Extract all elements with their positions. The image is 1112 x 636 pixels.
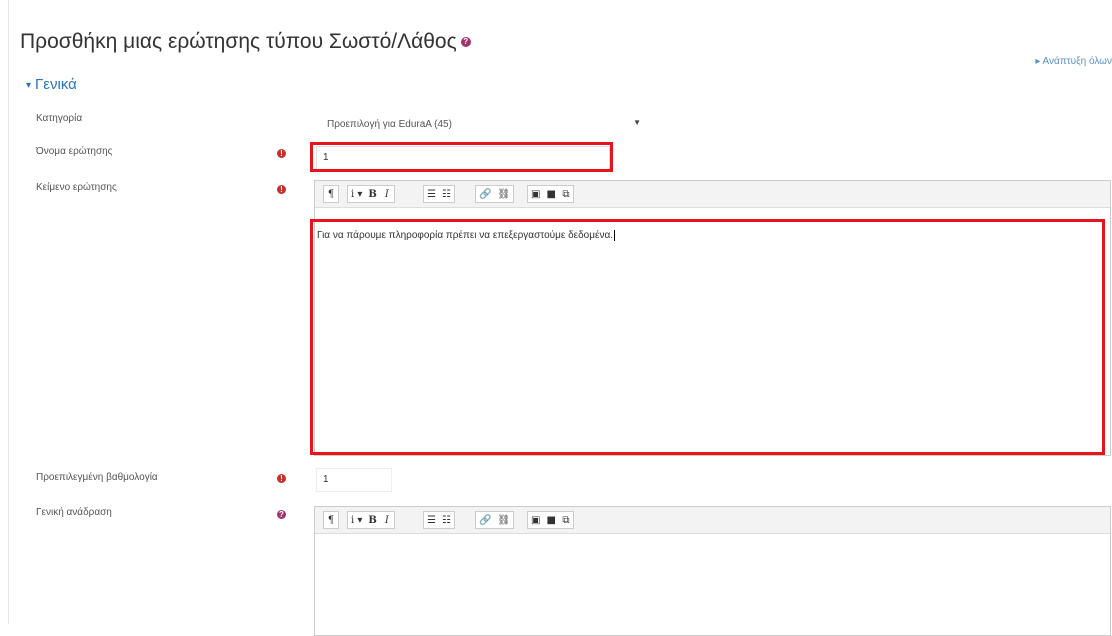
page-title-text: Προσθήκη μιας ερώτησης τύπου Σωστό/Λάθος	[20, 30, 457, 53]
help-icon[interactable]: ?	[460, 37, 471, 48]
section-general-title: Γενικά	[35, 76, 77, 93]
required-icon: !	[277, 185, 286, 194]
toolbar-group-lists: ☰ ☷	[423, 511, 455, 529]
editor-toolbar: ¶ i ▾ B I ☰ ☷ 🔗 ⛓ ▣ ■ ⧉	[315, 181, 1110, 208]
unordered-list-button[interactable]: ☰	[424, 512, 439, 528]
left-border	[8, 0, 9, 624]
toolbar-group-media: ▣ ■ ⧉	[527, 511, 574, 529]
question-name-label: Όνομα ερώτησης	[36, 146, 113, 157]
default-mark-input[interactable]: 1	[316, 468, 392, 492]
unlink-button[interactable]: ⛓	[494, 512, 513, 528]
unordered-list-button[interactable]: ☰	[424, 186, 439, 202]
bold-button[interactable]: B	[365, 512, 379, 528]
toolbar-group-paragraph: ¶	[323, 511, 339, 529]
link-button[interactable]: 🔗	[476, 186, 494, 202]
more-tools-button[interactable]: i ▾	[348, 512, 365, 528]
image-button[interactable]: ▣	[528, 186, 543, 202]
toolbar-group-lists: ☰ ☷	[423, 185, 455, 203]
help-icon[interactable]: ?	[277, 510, 286, 519]
manage-files-button[interactable]: ⧉	[559, 512, 573, 528]
section-general-toggle[interactable]: ▾ Γενικά	[26, 76, 77, 93]
media-button[interactable]: ■	[543, 512, 558, 528]
paragraph-style-button[interactable]: ¶	[324, 512, 338, 528]
default-mark-value: 1	[323, 474, 329, 485]
question-text-content: Για να πάρουμε πληροφορία πρέπει να επεξ…	[317, 230, 616, 242]
chevron-down-icon: ▾	[26, 79, 32, 91]
dropdown-arrow-icon: ▼	[633, 118, 641, 127]
required-icon: !	[277, 149, 286, 158]
ordered-list-button[interactable]: ☷	[439, 512, 454, 528]
expand-all-link[interactable]: ▸ Ανάπτυξη όλων	[1035, 56, 1112, 67]
ordered-list-button[interactable]: ☷	[439, 186, 454, 202]
general-feedback-label: Γενική ανάδραση	[36, 507, 112, 518]
toolbar-group-links: 🔗 ⛓	[475, 511, 515, 529]
category-label: Κατηγορία	[36, 113, 83, 124]
question-text-highlight: Για να πάρουμε πληροφορία πρέπει να επεξ…	[310, 219, 1105, 455]
toolbar-group-format: i ▾ B I	[347, 185, 395, 203]
toolbar-group-paragraph: ¶	[323, 185, 339, 203]
toolbar-group-media: ▣ ■ ⧉	[527, 185, 574, 203]
editor-toolbar: ¶ i ▾ B I ☰ ☷ 🔗 ⛓ ▣ ■ ⧉	[315, 507, 1110, 534]
default-mark-label: Προεπιλεγμένη βαθμολογία	[36, 472, 158, 483]
page-title: Προσθήκη μιας ερώτησης τύπου Σωστό/Λάθος…	[20, 30, 471, 54]
italic-button[interactable]: I	[380, 512, 394, 528]
more-tools-button[interactable]: i ▾	[348, 186, 365, 202]
general-feedback-content-area[interactable]	[315, 534, 1110, 634]
italic-button[interactable]: I	[380, 186, 394, 202]
bold-button[interactable]: B	[365, 186, 379, 202]
question-name-highlight	[310, 142, 613, 172]
image-button[interactable]: ▣	[528, 512, 543, 528]
paragraph-style-button[interactable]: ¶	[324, 186, 338, 202]
unlink-button[interactable]: ⛓	[494, 186, 513, 202]
general-feedback-editor[interactable]: ¶ i ▾ B I ☰ ☷ 🔗 ⛓ ▣ ■ ⧉	[314, 506, 1111, 636]
text-caret	[614, 230, 616, 241]
required-icon: !	[277, 474, 286, 483]
link-button[interactable]: 🔗	[476, 512, 494, 528]
question-text-value: Για να πάρουμε πληροφορία πρέπει να επεξ…	[317, 230, 614, 242]
toolbar-group-format: i ▾ B I	[347, 511, 395, 529]
media-button[interactable]: ■	[543, 186, 558, 202]
manage-files-button[interactable]: ⧉	[559, 186, 573, 202]
category-value: Προεπιλογή για EduraA (45)	[327, 119, 452, 130]
question-text-label: Κείμενο ερώτησης	[36, 182, 117, 193]
toolbar-group-links: 🔗 ⛓	[475, 185, 515, 203]
category-select[interactable]: Προεπιλογή για EduraA (45) ▼	[318, 113, 650, 137]
